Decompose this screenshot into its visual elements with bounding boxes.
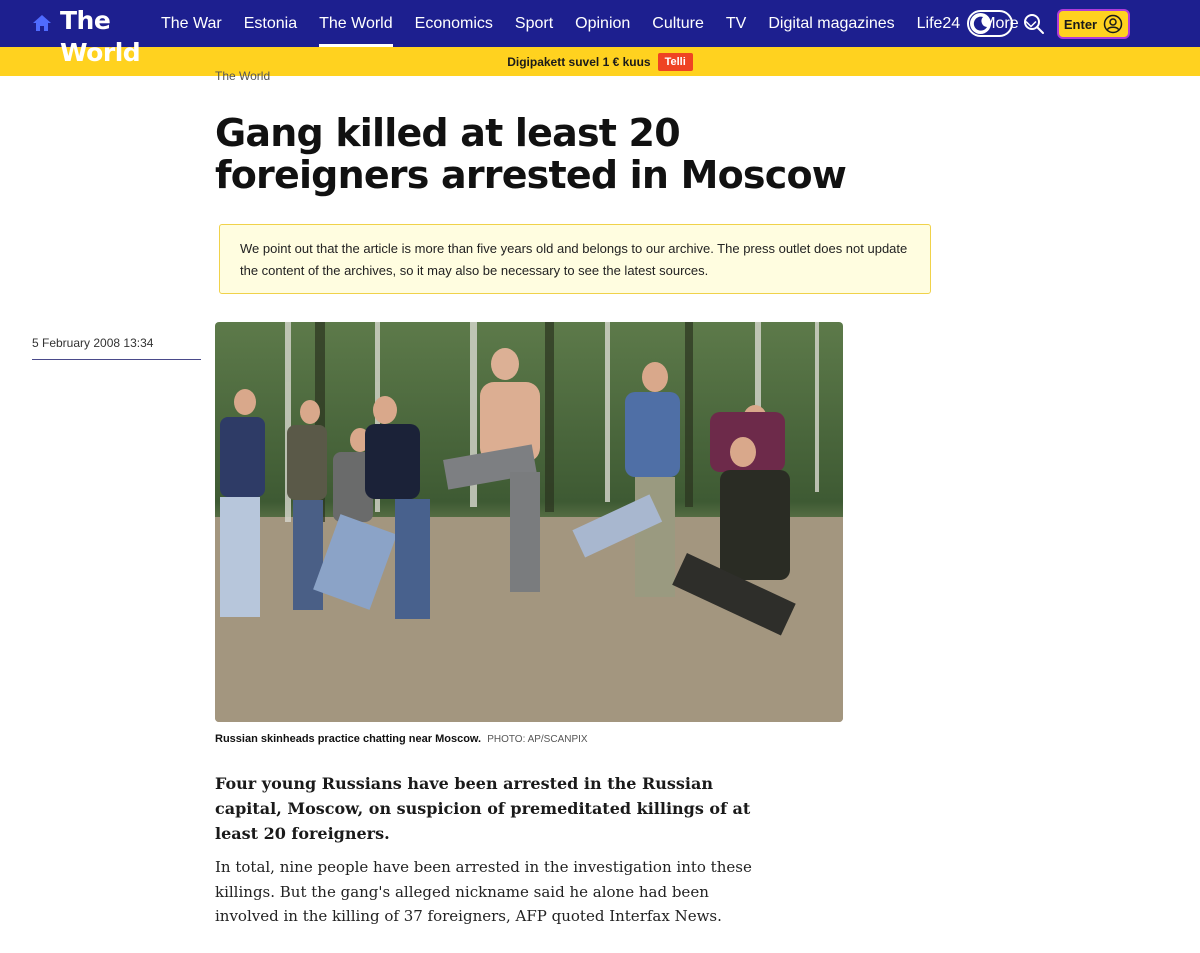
moon-icon <box>970 13 991 34</box>
enter-label: Enter <box>1063 16 1098 32</box>
user-icon <box>1103 14 1123 34</box>
nav-item-tv[interactable]: TV <box>715 0 757 47</box>
photo-credit: PHOTO: AP/SCANPIX <box>487 734 588 745</box>
site-logo[interactable]: The World <box>60 5 141 69</box>
date-divider <box>32 359 201 360</box>
main-nav: The War Estonia The World Economics Spor… <box>150 0 1048 47</box>
logo-line-1: The <box>60 6 111 35</box>
nav-item-the-war[interactable]: The War <box>150 0 233 47</box>
logo-line-2: World <box>60 38 141 67</box>
article-headline: Gang killed at least 20 foreigners arres… <box>215 111 847 197</box>
home-icon[interactable] <box>32 14 52 32</box>
photo-caption: Russian skinheads practice chatting near… <box>215 733 588 745</box>
article-photo[interactable] <box>215 322 843 722</box>
article-lead: Four young Russians have been arrested i… <box>215 774 751 843</box>
promo-bar: Digipakett suvel 1 € kuus Telli <box>0 47 1200 76</box>
caption-text: Russian skinheads practice chatting near… <box>215 733 482 745</box>
nav-item-digital-magazines[interactable]: Digital magazines <box>757 0 905 47</box>
promo-text: Digipakett suvel 1 € kuus <box>507 54 651 69</box>
nav-item-opinion[interactable]: Opinion <box>564 0 641 47</box>
section-label[interactable]: The World <box>215 69 270 83</box>
article-body-paragraph: In total, nine people have been arrested… <box>215 858 752 925</box>
archive-notice: We point out that the article is more th… <box>219 224 931 294</box>
nav-item-life24[interactable]: Life24 <box>906 0 972 47</box>
enter-button[interactable]: Enter <box>1057 9 1130 39</box>
nav-item-the-world[interactable]: The World <box>308 0 404 47</box>
theme-toggle[interactable] <box>967 10 1013 37</box>
nav-item-estonia[interactable]: Estonia <box>233 0 308 47</box>
publish-date: 5 February 2008 13:34 <box>32 336 154 350</box>
nav-item-culture[interactable]: Culture <box>641 0 715 47</box>
top-navigation: The World The War Estonia The World Econ… <box>0 0 1200 67</box>
order-button[interactable]: Telli <box>657 52 693 71</box>
nav-item-economics[interactable]: Economics <box>404 0 504 47</box>
nav-item-sport[interactable]: Sport <box>504 0 564 47</box>
search-icon[interactable] <box>1022 12 1046 36</box>
